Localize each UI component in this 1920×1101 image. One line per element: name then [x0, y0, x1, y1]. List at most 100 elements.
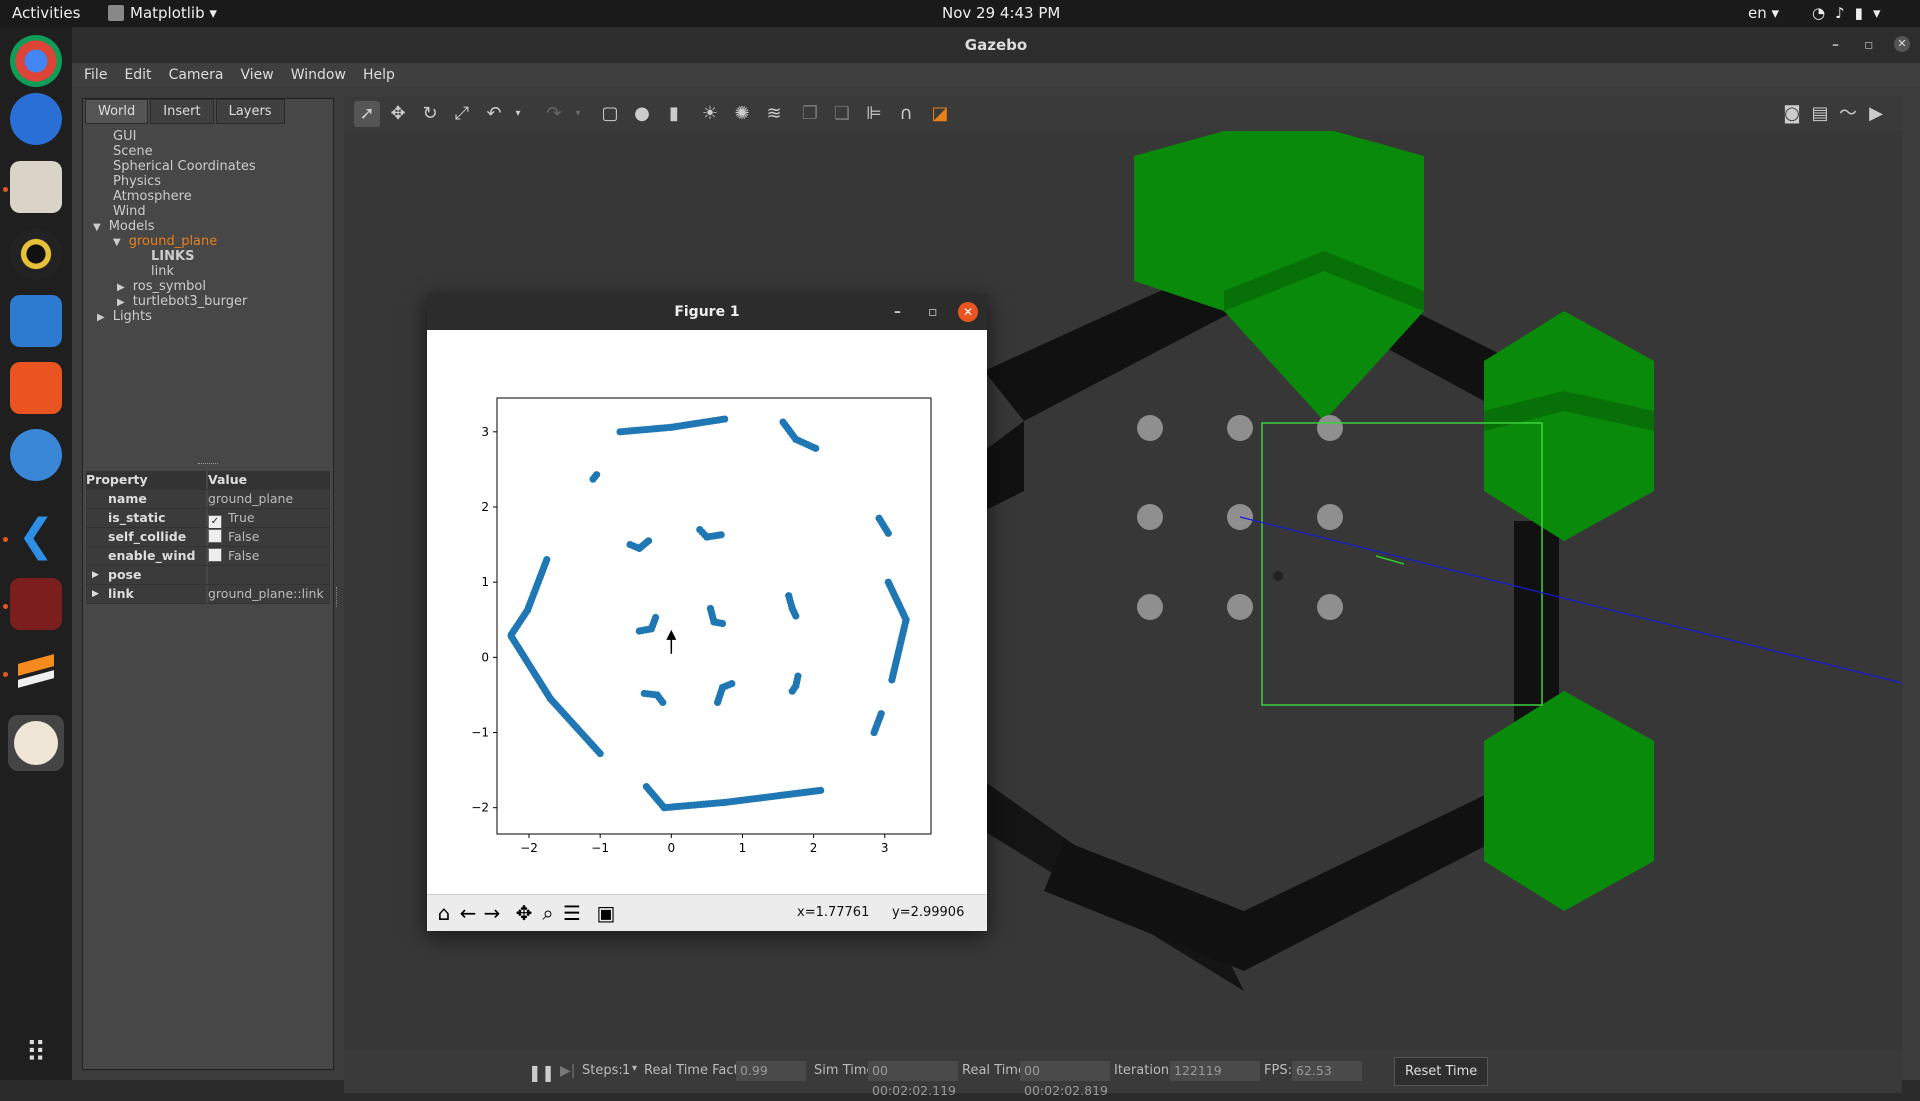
- menu-view[interactable]: View: [241, 63, 283, 87]
- close-icon[interactable]: ✕: [1894, 36, 1910, 52]
- undo-dropdown-icon[interactable]: ▾: [508, 104, 528, 124]
- tab-world[interactable]: World: [85, 99, 149, 124]
- maximize-icon[interactable]: ▫: [1864, 27, 1874, 63]
- splitter-handle[interactable]: [198, 463, 218, 466]
- screenshot-camera-icon[interactable]: ◙: [1782, 104, 1802, 124]
- property-row[interactable]: ▶ pose: [86, 566, 330, 585]
- tree-item-ros-symbol[interactable]: ▶ ros_symbol: [117, 279, 206, 294]
- forward-arrow-icon[interactable]: →: [479, 900, 505, 926]
- menu-help[interactable]: Help: [363, 63, 404, 87]
- configure-subplots-icon[interactable]: ☰: [559, 900, 585, 926]
- pan-icon[interactable]: ✥: [511, 900, 537, 926]
- checkbox-checked-icon[interactable]: ✓: [208, 515, 222, 529]
- property-value[interactable]: False: [208, 547, 330, 565]
- property-row[interactable]: enable_wind False: [86, 547, 330, 566]
- terminal-icon[interactable]: [10, 578, 62, 630]
- scatter-point: [888, 676, 896, 684]
- scatter-plot[interactable]: −2 −1 0 1 2 3 −2 −1 0 1 2 3: [427, 330, 987, 894]
- tree-item-link[interactable]: link: [151, 264, 174, 279]
- clock[interactable]: Nov 29 4:43 PM: [942, 4, 1060, 22]
- plot-icon[interactable]: 〜: [1838, 104, 1858, 124]
- thunderbird-icon[interactable]: [10, 93, 62, 145]
- panel-splitter[interactable]: [336, 587, 339, 607]
- vscode-icon[interactable]: ❮: [10, 510, 62, 562]
- property-value[interactable]: ground_plane: [208, 490, 330, 508]
- tree-item-turtlebot[interactable]: ▶ turtlebot3_burger: [117, 294, 247, 309]
- property-value[interactable]: False: [208, 528, 330, 546]
- minimize-icon[interactable]: –: [1832, 27, 1839, 63]
- rotate-icon[interactable]: ↻: [420, 104, 440, 124]
- chrome-icon[interactable]: [10, 35, 62, 87]
- step-icon[interactable]: ▶|: [560, 1063, 575, 1079]
- tree-item-atmosphere[interactable]: Atmosphere: [113, 189, 192, 204]
- menu-window[interactable]: Window: [291, 63, 355, 87]
- snap-magnet-icon[interactable]: ∩: [896, 104, 916, 124]
- undo-icon[interactable]: ↶: [484, 104, 504, 124]
- language-indicator[interactable]: en ▾: [1748, 4, 1779, 22]
- tree-item-wind[interactable]: Wind: [113, 204, 146, 219]
- tree-item-physics[interactable]: Physics: [113, 174, 161, 189]
- copy-icon[interactable]: ❐: [800, 104, 820, 124]
- select-arrow-icon[interactable]: ➚: [354, 101, 380, 127]
- redo-dropdown-icon[interactable]: ▾: [568, 104, 588, 124]
- rhythmbox-icon[interactable]: [10, 228, 62, 280]
- spot-light-icon[interactable]: ✺: [732, 104, 752, 124]
- app-store-icon[interactable]: [10, 362, 62, 414]
- gazebo-icon[interactable]: [8, 715, 64, 771]
- tree-item-gui[interactable]: GUI: [113, 129, 136, 144]
- home-icon[interactable]: ⌂: [431, 900, 457, 926]
- point-light-icon[interactable]: ☀: [700, 104, 720, 124]
- video-record-icon[interactable]: ▶: [1866, 104, 1886, 124]
- collapsed-arrow-icon: ▶: [117, 297, 125, 308]
- steps-value[interactable]: 1: [622, 1063, 630, 1078]
- activities-button[interactable]: Activities: [12, 4, 80, 22]
- close-icon[interactable]: ✕: [958, 302, 978, 322]
- tree-item-models[interactable]: ▼ Models: [93, 219, 155, 234]
- tab-insert[interactable]: Insert: [150, 99, 214, 124]
- checkbox-unchecked-icon[interactable]: [208, 529, 222, 543]
- reset-time-button[interactable]: Reset Time: [1394, 1057, 1489, 1086]
- translate-icon[interactable]: ✥: [388, 104, 408, 124]
- zoom-icon[interactable]: ⌕: [535, 900, 561, 926]
- iterations-value: 122119: [1170, 1061, 1260, 1081]
- system-tray[interactable]: ◔ ♪ ▮ ▾: [1812, 4, 1880, 22]
- files-icon[interactable]: [10, 161, 62, 213]
- property-row[interactable]: self_collide False: [86, 528, 330, 547]
- scale-icon[interactable]: ⤢: [452, 104, 472, 124]
- property-row[interactable]: is_static ✓ True: [86, 509, 330, 529]
- property-row[interactable]: name ground_plane: [86, 490, 330, 509]
- app-grid-icon[interactable]: ⠿: [10, 1027, 62, 1079]
- paste-icon[interactable]: ❏: [832, 104, 852, 124]
- sublime-icon[interactable]: [10, 645, 62, 697]
- save-icon[interactable]: ▣: [593, 900, 619, 926]
- tree-item-scene[interactable]: Scene: [113, 144, 153, 159]
- steps-dropdown-icon[interactable]: ▾: [632, 1063, 637, 1074]
- app-menu[interactable]: Matplotlib ▾: [108, 4, 217, 22]
- running-indicator: [3, 672, 8, 677]
- menu-camera[interactable]: Camera: [169, 63, 233, 87]
- help-icon[interactable]: [10, 429, 62, 481]
- redo-icon[interactable]: ↷: [544, 104, 564, 124]
- tree-item-spherical[interactable]: Spherical Coordinates: [113, 159, 256, 174]
- box-shape-icon[interactable]: ▢: [600, 104, 620, 124]
- cylinder-shape-icon[interactable]: ▮: [664, 104, 684, 124]
- tree-item-lights[interactable]: ▶ Lights: [97, 309, 152, 324]
- property-row[interactable]: ▶ link ground_plane::link: [86, 585, 330, 604]
- view-angle-icon[interactable]: ◪: [930, 104, 950, 124]
- tab-layers[interactable]: Layers: [215, 99, 285, 124]
- minimize-icon[interactable]: –: [894, 294, 901, 330]
- directional-light-icon[interactable]: ≋: [764, 104, 784, 124]
- back-arrow-icon[interactable]: ←: [455, 900, 481, 926]
- maximize-icon[interactable]: ▫: [928, 294, 938, 330]
- checkbox-unchecked-icon[interactable]: [208, 548, 222, 562]
- align-icon[interactable]: ⊫: [864, 104, 884, 124]
- pause-icon[interactable]: ❚❚: [528, 1063, 555, 1082]
- menu-edit[interactable]: Edit: [124, 63, 160, 87]
- sphere-shape-icon[interactable]: ●: [632, 104, 652, 124]
- menu-file[interactable]: File: [84, 63, 116, 87]
- property-value[interactable]: ✓ True: [208, 509, 330, 529]
- log-icon[interactable]: ▤: [1810, 104, 1830, 124]
- cylinder: [1317, 594, 1343, 620]
- tree-item-ground-plane[interactable]: ▼ ground_plane: [113, 234, 217, 249]
- writer-icon[interactable]: [10, 295, 62, 347]
